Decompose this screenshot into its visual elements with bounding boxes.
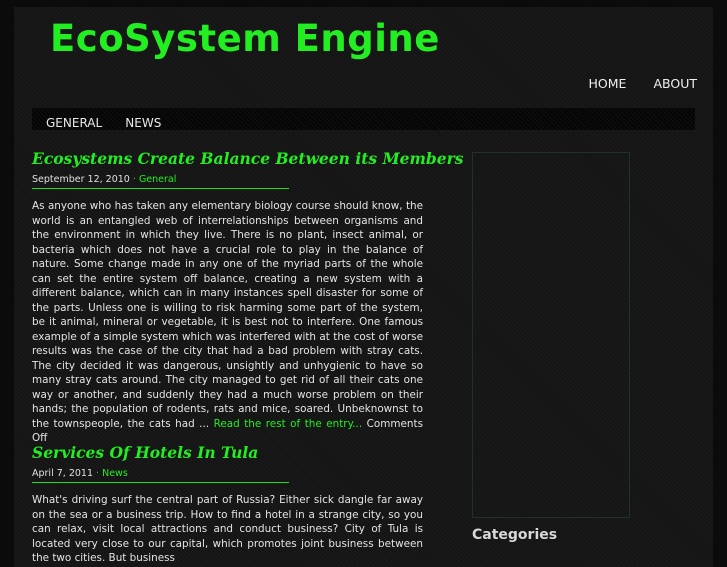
category-nav: GENERAL NEWS <box>32 108 695 130</box>
meta-separator: · <box>132 174 136 185</box>
post-category-link[interactable]: News <box>102 468 128 479</box>
read-more-link[interactable]: Read the rest of the entry... <box>214 418 363 430</box>
post-title[interactable]: Ecosystems Create Balance Between its Me… <box>32 149 464 168</box>
category-nav-general[interactable]: GENERAL <box>46 116 102 130</box>
post-excerpt-text: As anyone who has taken any elementary b… <box>32 200 423 430</box>
post-meta: September 12, 2010 · General <box>32 174 289 189</box>
page-wrapper: EcoSystem Engine HOME ABOUT GENERAL NEWS… <box>14 7 713 567</box>
sidebar-categories-heading: Categories <box>472 527 558 543</box>
post-excerpt-text: What's driving surf the central part of … <box>32 494 423 564</box>
post-article: Ecosystems Create Balance Between its Me… <box>32 149 464 446</box>
nav-home-link[interactable]: HOME <box>588 76 626 91</box>
post-meta: April 7, 2011 · News <box>32 468 289 483</box>
site-title[interactable]: EcoSystem Engine <box>50 17 440 60</box>
sidebar-ad-box <box>472 152 630 518</box>
post-date: September 12, 2010 <box>32 174 130 185</box>
post-excerpt: What's driving surf the central part of … <box>32 493 423 566</box>
meta-separator: · <box>96 468 100 479</box>
post-article: Services Of Hotels In Tula April 7, 2011… <box>32 443 423 566</box>
post-excerpt: As anyone who has taken any elementary b… <box>32 199 423 446</box>
post-date: April 7, 2011 <box>32 468 93 479</box>
nav-about-link[interactable]: ABOUT <box>653 76 697 91</box>
category-nav-news[interactable]: NEWS <box>125 116 161 130</box>
post-category-link[interactable]: General <box>139 174 176 185</box>
post-title[interactable]: Services Of Hotels In Tula <box>32 443 423 462</box>
top-nav: HOME ABOUT <box>566 73 697 92</box>
